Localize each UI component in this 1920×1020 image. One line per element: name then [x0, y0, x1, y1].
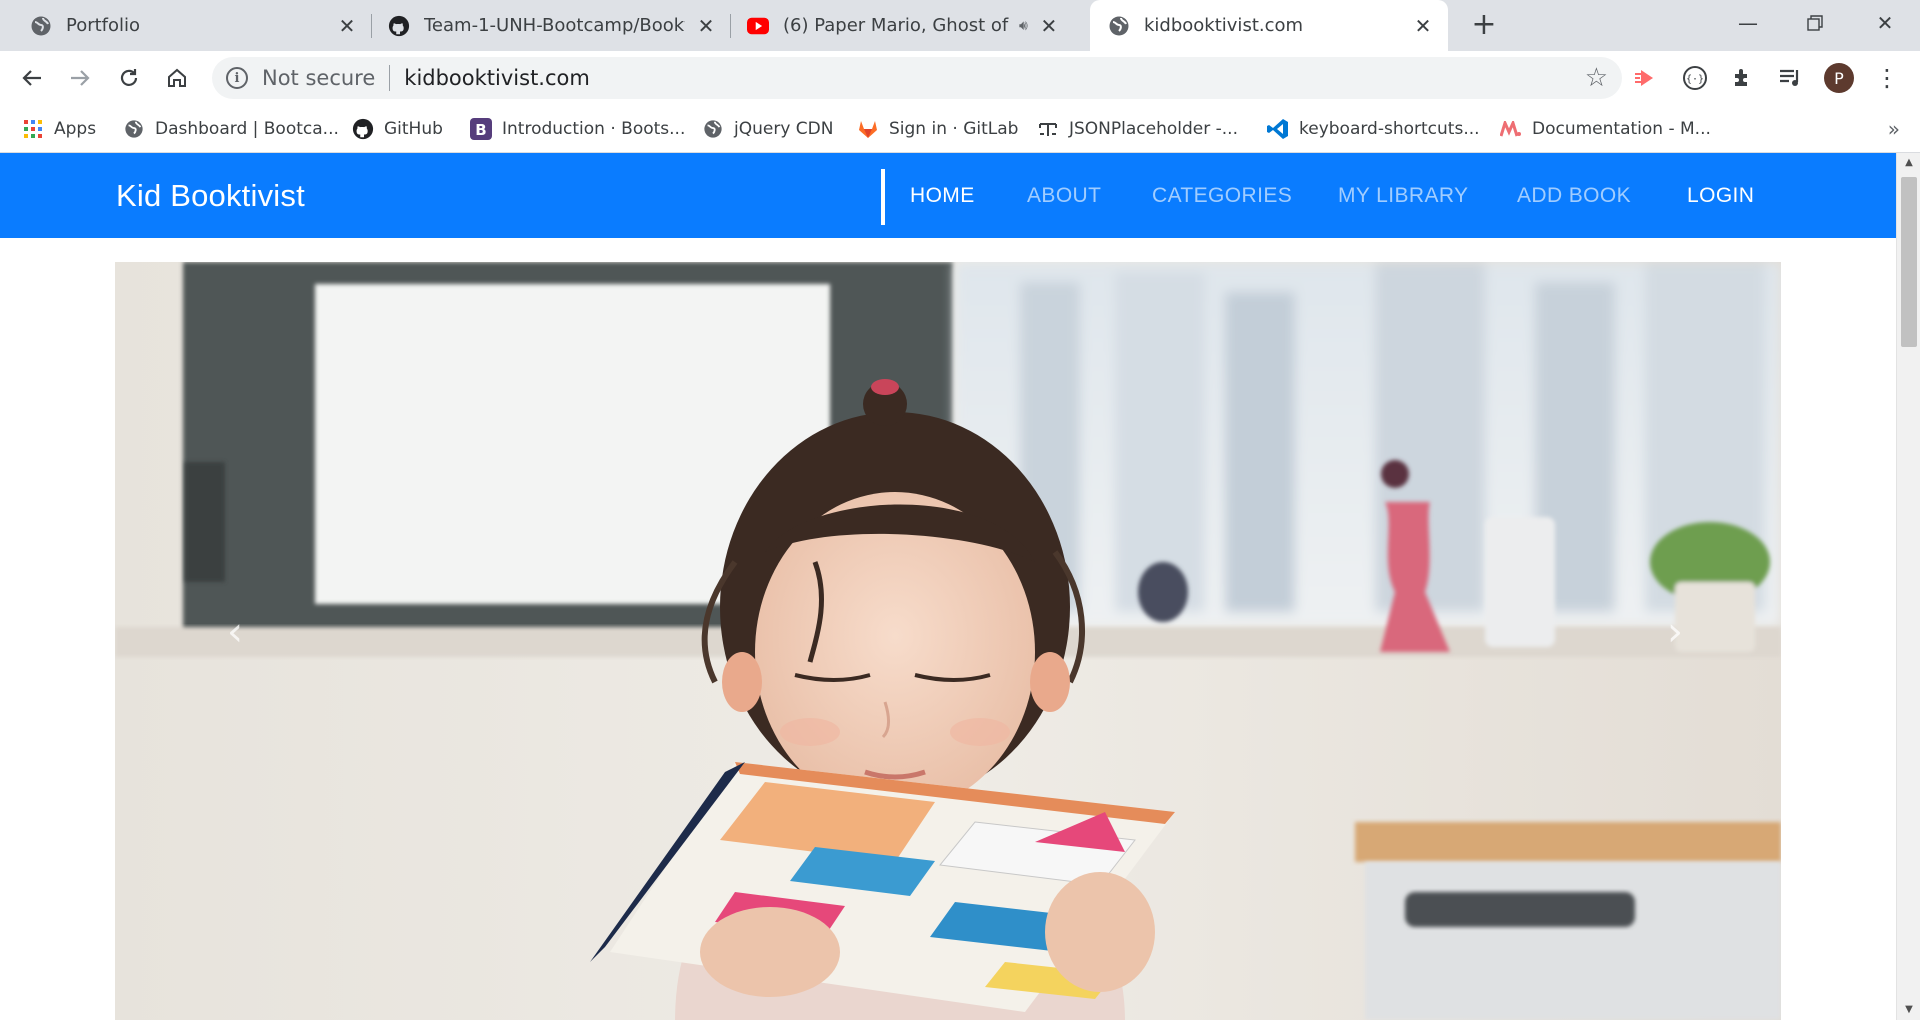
- security-status: Not secure: [262, 66, 376, 90]
- nav-my-library[interactable]: MY LIBRARY: [1338, 153, 1468, 238]
- bookmark-vscode-shortcuts[interactable]: keyboard-shortcuts...: [1267, 115, 1480, 143]
- bookmark-jquery-cdn[interactable]: jQuery CDN: [702, 115, 833, 143]
- github-icon: [388, 15, 410, 37]
- back-arrow-icon[interactable]: [12, 58, 52, 98]
- extensions-puzzle-icon[interactable]: [1726, 61, 1760, 95]
- tab-kidbooktivist[interactable]: kidbooktivist.com ✕: [1090, 0, 1448, 51]
- nav-divider: [881, 169, 885, 225]
- bookmark-label: jQuery CDN: [734, 119, 834, 139]
- tab-title: (6) Paper Mario, Ghost of Tsu: [783, 15, 1013, 36]
- close-tab-icon[interactable]: ✕: [1038, 14, 1060, 38]
- chevron-right-icon: ›: [1667, 609, 1683, 655]
- audio-playing-icon[interactable]: 🔊︎: [1019, 18, 1028, 34]
- nav-about[interactable]: ABOUT: [1027, 153, 1101, 238]
- minimize-icon[interactable]: —: [1715, 0, 1781, 46]
- scroll-up-arrow-icon[interactable]: ▲: [1897, 153, 1920, 173]
- tab-title: kidbooktivist.com: [1144, 15, 1304, 36]
- bookmark-gitlab[interactable]: Sign in · GitLab: [857, 115, 1018, 143]
- avatar: P: [1824, 63, 1854, 93]
- carousel-prev-button[interactable]: ‹: [205, 592, 265, 672]
- globe-icon: [702, 118, 724, 140]
- nav-add-book[interactable]: ADD BOOK: [1517, 153, 1631, 238]
- site-brand-link[interactable]: Kid Booktivist: [116, 153, 305, 238]
- bookmark-jsonplaceholder[interactable]: JSONPlaceholder -...: [1037, 115, 1238, 143]
- more-menu-icon[interactable]: ⋮: [1870, 61, 1904, 95]
- close-tab-icon[interactable]: ✕: [336, 14, 358, 38]
- bookmark-github[interactable]: GitHub: [352, 115, 443, 143]
- scroll-down-arrow-icon[interactable]: ▼: [1897, 1000, 1920, 1020]
- bootstrap-icon: B: [470, 118, 492, 140]
- globe-icon: [1108, 15, 1130, 37]
- address-bar[interactable]: i Not secure kidbooktivist.com ☆: [212, 57, 1622, 99]
- bookmark-label: Apps: [54, 119, 97, 139]
- tab-youtube[interactable]: (6) Paper Mario, Ghost of Tsu 🔊︎ ✕: [731, 0, 1087, 51]
- address-divider: [389, 65, 391, 91]
- bookmark-label: JSONPlaceholder -...: [1069, 119, 1238, 139]
- globe-icon: [123, 118, 145, 140]
- youtube-icon: [747, 15, 769, 37]
- page-scrollbar[interactable]: ▲ ▼: [1896, 153, 1920, 1020]
- svg-text:B: B: [475, 121, 486, 139]
- bookmark-label: Documentation - M...: [1532, 119, 1711, 139]
- url-text[interactable]: kidbooktivist.com: [404, 66, 590, 90]
- carousel-next-button[interactable]: ›: [1645, 592, 1705, 672]
- nav-login[interactable]: LOGIN: [1687, 153, 1754, 238]
- reload-icon[interactable]: [109, 58, 149, 98]
- tab-title: Team-1-UNH-Bootcamp/Booktiv: [424, 15, 685, 36]
- nav-categories[interactable]: CATEGORIES: [1152, 153, 1292, 238]
- bookmark-dashboard[interactable]: Dashboard | Bootca...: [123, 115, 339, 143]
- bookmark-materialize[interactable]: Documentation - M...: [1500, 115, 1711, 143]
- site-info-icon[interactable]: i: [226, 67, 248, 89]
- restore-window-icon[interactable]: [1782, 0, 1848, 46]
- json-viewer-extension-icon[interactable]: {·}: [1678, 61, 1712, 95]
- browser-tab-strip: Portfolio ✕ Team-1-UNH-Bootcamp/Booktiv …: [0, 0, 1920, 51]
- hero-carousel: ‹ ›: [115, 262, 1781, 1020]
- github-icon: [352, 118, 374, 140]
- page-viewport: Kid Booktivist HOME ABOUT CATEGORIES MY …: [0, 153, 1920, 1020]
- bookmarks-overflow-button[interactable]: »: [1888, 117, 1900, 141]
- hero-image-girl-reading-book: [115, 262, 1781, 1020]
- vscode-icon: [1267, 118, 1289, 140]
- globe-icon: [30, 15, 52, 37]
- site-navbar: Kid Booktivist HOME ABOUT CATEGORIES MY …: [0, 153, 1896, 238]
- nav-home[interactable]: HOME: [910, 153, 975, 238]
- media-queue-icon[interactable]: [1773, 61, 1807, 95]
- apps-grid-icon: [22, 118, 44, 140]
- bookmark-label: GitHub: [384, 119, 443, 139]
- scrollbar-thumb[interactable]: [1901, 177, 1917, 347]
- close-tab-icon[interactable]: ✕: [695, 14, 717, 38]
- cast-extension-icon[interactable]: [1629, 61, 1663, 95]
- materialize-icon: [1500, 118, 1522, 140]
- bookmark-bootstrap[interactable]: B Introduction · Boots...: [470, 115, 685, 143]
- jsonplaceholder-icon: [1037, 118, 1059, 140]
- home-icon[interactable]: [157, 58, 197, 98]
- bookmarks-bar: Apps Dashboard | Bootca... GitHub B Intr…: [0, 105, 1920, 153]
- bookmark-label: keyboard-shortcuts...: [1299, 119, 1480, 139]
- bookmark-apps[interactable]: Apps: [22, 115, 96, 143]
- bookmark-label: Dashboard | Bootca...: [155, 119, 339, 139]
- profile-avatar[interactable]: P: [1822, 61, 1856, 95]
- new-tab-button[interactable]: +: [1466, 8, 1502, 44]
- chevron-left-icon: ‹: [227, 609, 243, 655]
- bookmark-label: Sign in · GitLab: [889, 119, 1019, 139]
- gitlab-icon: [857, 118, 879, 140]
- bookmark-label: Introduction · Boots...: [502, 119, 686, 139]
- close-window-icon[interactable]: ✕: [1852, 0, 1918, 46]
- bookmark-star-icon[interactable]: ☆: [1585, 63, 1608, 93]
- tab-title: Portfolio: [66, 15, 141, 36]
- close-tab-icon[interactable]: ✕: [1412, 14, 1434, 38]
- tab-github-repo[interactable]: Team-1-UNH-Bootcamp/Booktiv ✕: [372, 0, 731, 51]
- forward-arrow-icon[interactable]: [60, 58, 100, 98]
- tab-portfolio[interactable]: Portfolio ✕: [0, 0, 372, 51]
- svg-text:{·}: {·}: [1686, 74, 1704, 85]
- browser-toolbar: i Not secure kidbooktivist.com ☆ {·} P ⋮: [0, 51, 1920, 105]
